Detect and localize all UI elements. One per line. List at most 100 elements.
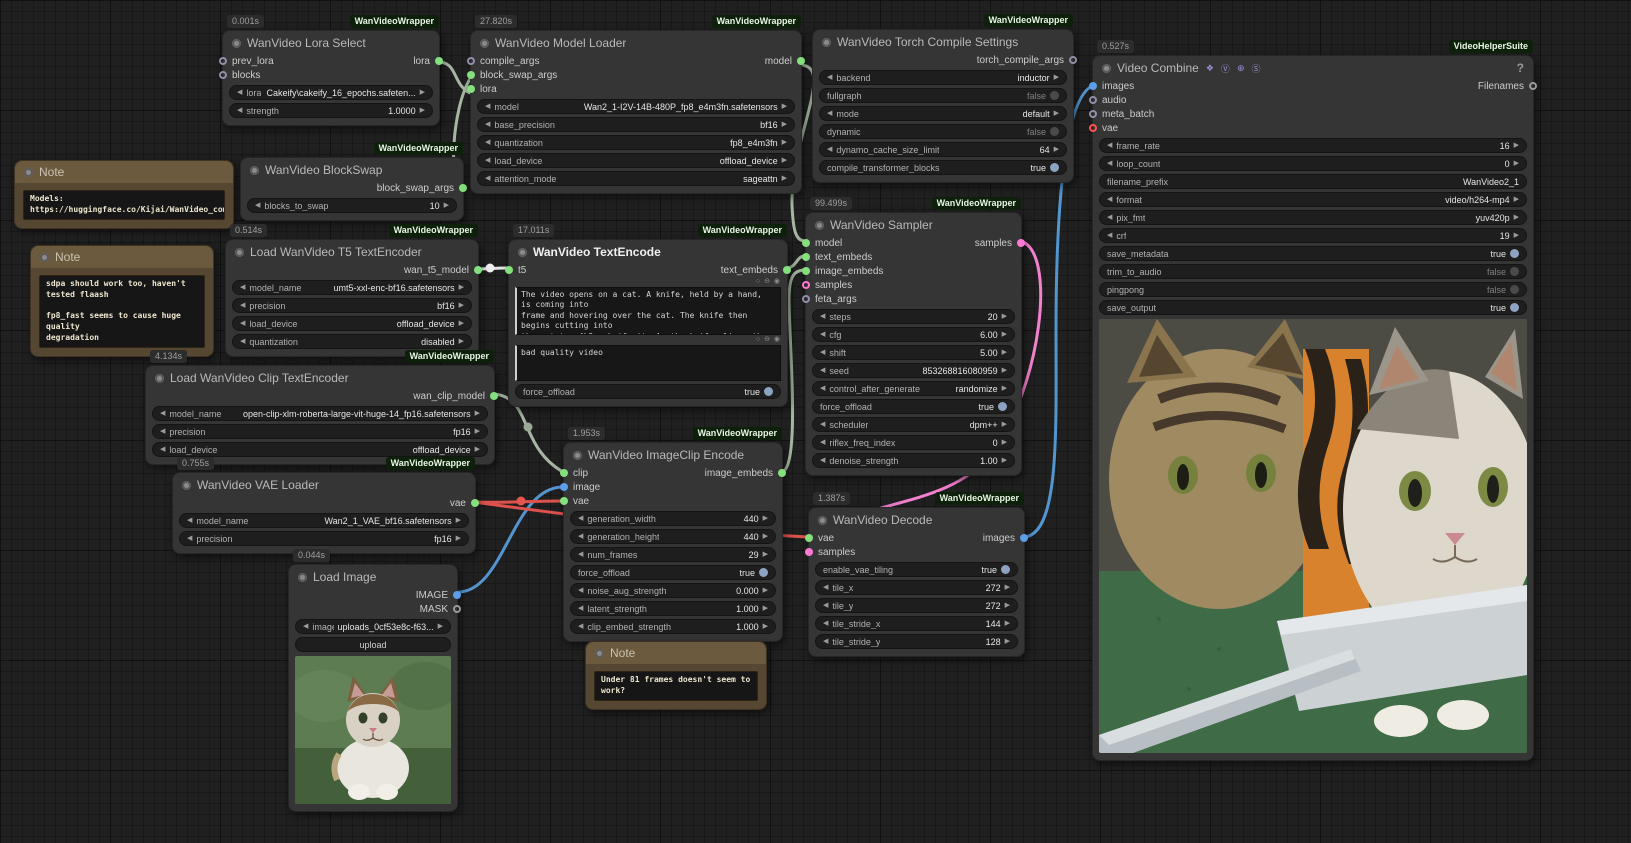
node-title-bar[interactable]: WanVideo Lora Select: [223, 31, 439, 53]
left-arrow-icon[interactable]: ◀: [160, 443, 165, 456]
right-arrow-icon[interactable]: ▶: [475, 407, 480, 420]
right-arrow-icon[interactable]: ▶: [456, 514, 461, 527]
note-node-frames[interactable]: NoteUnder 81 frames doesn't seem to work…: [585, 641, 767, 710]
left-arrow-icon[interactable]: ◀: [820, 454, 825, 467]
left-arrow-icon[interactable]: ◀: [160, 407, 165, 420]
widget-model[interactable]: ◀modelWan2_1-I2V-14B-480P_fp8_e4m3fn.saf…: [477, 99, 795, 114]
left-arrow-icon[interactable]: ◀: [820, 328, 825, 341]
help-icon[interactable]: ?: [1517, 61, 1524, 75]
widget-force_offload[interactable]: force_offloadtrue: [515, 384, 781, 399]
torch-compile-settings-node[interactable]: WanVideoWrapperWanVideo Torch Compile Se…: [812, 29, 1074, 183]
output-slot-images[interactable]: images: [983, 533, 1028, 544]
widget-load_device[interactable]: ◀load_deviceoffload_device▶: [232, 316, 472, 331]
widget-num_frames[interactable]: ◀num_frames29▶: [570, 547, 776, 562]
right-arrow-icon[interactable]: ▶: [763, 584, 768, 597]
input-slot-vae[interactable]: vae: [805, 533, 834, 544]
left-arrow-icon[interactable]: ◀: [820, 382, 825, 395]
wanvideo-blockswap-node[interactable]: WanVideoWrapperWanVideo BlockSwapblock_s…: [240, 157, 464, 221]
collapse-dot-icon[interactable]: [518, 248, 527, 257]
toggle-knob[interactable]: [1510, 249, 1519, 258]
reroute-dot-vae[interactable]: [517, 497, 526, 506]
video-frame-preview[interactable]: [1099, 319, 1527, 753]
widget-riflex_freq_index[interactable]: ◀riflex_freq_index0▶: [812, 435, 1015, 450]
widget-generation_width[interactable]: ◀generation_width440▶: [570, 511, 776, 526]
left-arrow-icon[interactable]: ◀: [578, 584, 583, 597]
right-arrow-icon[interactable]: ▶: [763, 530, 768, 543]
right-arrow-icon[interactable]: ▶: [782, 154, 787, 167]
widget-cfg[interactable]: ◀cfg6.00▶: [812, 327, 1015, 342]
output-slot-torch_compile_args[interactable]: torch_compile_args: [977, 55, 1077, 66]
left-arrow-icon[interactable]: ◀: [240, 317, 245, 330]
input-slot-vae[interactable]: vae: [560, 496, 589, 507]
widget-enable_vae_tiling[interactable]: enable_vae_tilingtrue: [815, 562, 1018, 577]
left-arrow-icon[interactable]: ◀: [303, 620, 308, 633]
input-slot-clip[interactable]: clip: [560, 468, 588, 479]
output-slot-block_swap_args[interactable]: block_swap_args: [377, 183, 467, 194]
node-title-bar[interactable]: WanVideo TextEncode: [509, 240, 787, 262]
right-arrow-icon[interactable]: ▶: [1514, 139, 1519, 152]
node-title-bar[interactable]: Load WanVideo T5 TextEncoder: [226, 240, 478, 262]
right-arrow-icon[interactable]: ▶: [444, 199, 449, 212]
left-arrow-icon[interactable]: ◀: [160, 425, 165, 438]
right-arrow-icon[interactable]: ▶: [1054, 143, 1059, 156]
widget-mode[interactable]: ◀modedefault▶: [819, 106, 1067, 121]
collapse-dot-icon[interactable]: [40, 253, 49, 262]
widget-backend[interactable]: ◀backendinductor▶: [819, 70, 1067, 85]
widget-model_name[interactable]: ◀model_nameopen-clip-xlm-roberta-large-v…: [152, 406, 488, 421]
toggle-knob[interactable]: [998, 402, 1007, 411]
widget-precision[interactable]: ◀precisionfp16▶: [152, 424, 488, 439]
output-slot-Filenames[interactable]: Filenames: [1478, 81, 1537, 92]
right-arrow-icon[interactable]: ▶: [459, 335, 464, 348]
widget-precision[interactable]: ◀precisionbf16▶: [232, 298, 472, 313]
left-arrow-icon[interactable]: ◀: [1107, 193, 1112, 206]
note-title-bar[interactable]: Note: [15, 161, 233, 183]
right-arrow-icon[interactable]: ▶: [1005, 599, 1010, 612]
load-t5-textencoder-node[interactable]: 0.514sWanVideoWrapperLoad WanVideo T5 Te…: [225, 239, 479, 357]
input-slot-lora[interactable]: lora: [467, 84, 497, 95]
right-arrow-icon[interactable]: ▶: [1054, 107, 1059, 120]
node-title-bar[interactable]: WanVideo Decode: [809, 508, 1024, 530]
widget-seed[interactable]: ◀seed853268816080959▶: [812, 363, 1015, 378]
toggle-knob[interactable]: [1001, 565, 1010, 574]
widget-load_device[interactable]: ◀load_deviceoffload_device▶: [152, 442, 488, 457]
input-slot-image[interactable]: image: [560, 482, 600, 493]
input-slot-text_embeds[interactable]: text_embeds: [802, 252, 872, 263]
collapse-dot-icon[interactable]: [182, 481, 191, 490]
widget-save_output[interactable]: save_outputtrue: [1099, 300, 1527, 315]
widget-filename_prefix[interactable]: filename_prefixWanVideo2_1: [1099, 174, 1527, 189]
widget-precision[interactable]: ◀precisionfp16▶: [179, 531, 469, 546]
left-arrow-icon[interactable]: ◀: [485, 100, 490, 113]
node-title-bar[interactable]: WanVideo BlockSwap: [241, 158, 463, 180]
widget-format[interactable]: ◀formatvideo/h264-mp4▶: [1099, 192, 1527, 207]
left-arrow-icon[interactable]: ◀: [578, 512, 583, 525]
widget-pingpong[interactable]: pingpongfalse: [1099, 282, 1527, 297]
wanvideo-decode-node[interactable]: 1.387sWanVideoWrapperWanVideo Decodevaei…: [808, 507, 1025, 657]
node-title-bar[interactable]: WanVideo Torch Compile Settings: [813, 30, 1073, 52]
right-arrow-icon[interactable]: ▶: [459, 281, 464, 294]
note-text[interactable]: sdpa should work too, haven't tested fla…: [39, 275, 205, 348]
input-slot-compile_args[interactable]: compile_args: [467, 56, 539, 67]
textarea-controls-icons[interactable]: ○ ⊖ ◉: [756, 336, 781, 344]
negative_prompt-textarea[interactable]: bad quality video: [515, 345, 781, 381]
left-arrow-icon[interactable]: ◀: [240, 299, 245, 312]
collapse-dot-icon[interactable]: [573, 451, 582, 460]
right-arrow-icon[interactable]: ▶: [1514, 211, 1519, 224]
right-arrow-icon[interactable]: ▶: [782, 172, 787, 185]
input-slot-model[interactable]: model: [802, 238, 842, 249]
left-arrow-icon[interactable]: ◀: [485, 172, 490, 185]
input-slot-block_swap_args[interactable]: block_swap_args: [467, 70, 557, 81]
right-arrow-icon[interactable]: ▶: [1054, 71, 1059, 84]
toggle-knob[interactable]: [764, 387, 773, 396]
right-arrow-icon[interactable]: ▶: [1002, 328, 1007, 341]
widget-tile_x[interactable]: ◀tile_x272▶: [815, 580, 1018, 595]
right-arrow-icon[interactable]: ▶: [1002, 418, 1007, 431]
left-arrow-icon[interactable]: ◀: [827, 143, 832, 156]
input-slot-meta_batch[interactable]: meta_batch: [1089, 109, 1154, 120]
left-arrow-icon[interactable]: ◀: [823, 617, 828, 630]
note-text[interactable]: Models: https://huggingface.co/Kijai/Wan…: [23, 190, 225, 220]
left-arrow-icon[interactable]: ◀: [820, 418, 825, 431]
output-slot-wan_t5_model[interactable]: wan_t5_model: [404, 265, 482, 276]
left-arrow-icon[interactable]: ◀: [485, 136, 490, 149]
input-slot-feta_args[interactable]: feta_args: [802, 294, 857, 305]
input-slot-samples[interactable]: samples: [802, 280, 852, 291]
